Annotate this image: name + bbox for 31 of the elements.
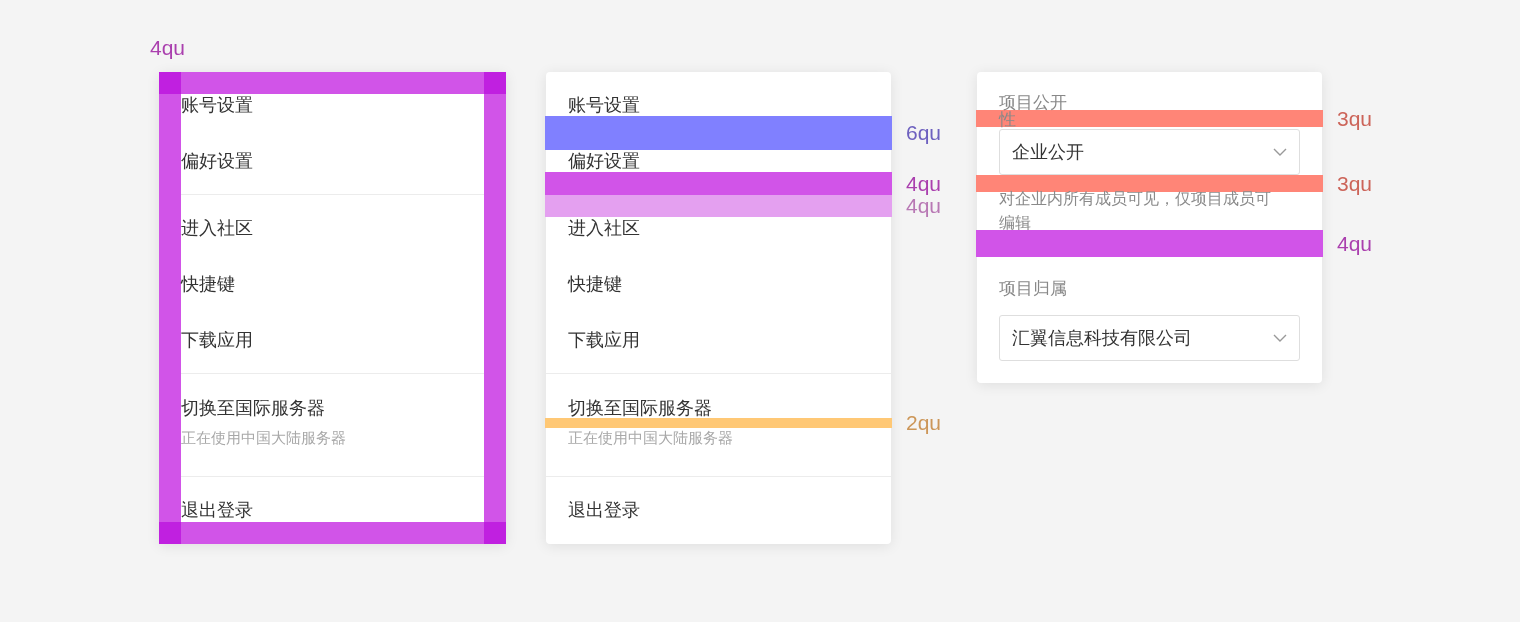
menu-item[interactable]: 退出登录 [181,500,253,520]
menu-item[interactable]: 账号设置 [568,95,640,115]
chevron-down-icon [1273,334,1287,342]
spacing-label: 6qu [906,121,942,145]
menu-item[interactable]: 偏好设置 [181,151,253,171]
select-field[interactable]: 企业公开 [999,129,1300,175]
spacing-label: 4qu [1337,231,1373,256]
menu-item[interactable]: 进入社区 [568,218,640,238]
menu-item[interactable]: 快捷键 [568,274,622,294]
menu-item[interactable]: 下载应用 [568,330,640,350]
menu-item[interactable]: 切换至国际服务器 [568,398,712,418]
menu-item-subtitle: 正在使用中国大陆服务器 [568,428,733,448]
menu-item[interactable]: 切换至国际服务器 [181,398,325,418]
spacing-label: 2qu [906,411,942,435]
spacing-label: 4qu [150,36,186,60]
spacing-label: 4qu [906,194,942,218]
field-hint: 对企业内所有成员可见，仅项目成员可编辑 [999,189,1272,233]
field-label: 项目归属 [999,280,1068,297]
menu-item[interactable]: 账号设置 [181,95,253,115]
menu-item[interactable]: 下载应用 [181,330,253,350]
menu-item[interactable]: 偏好设置 [568,151,640,171]
menu-item-subtitle: 正在使用中国大陆服务器 [181,428,346,448]
chevron-down-icon [1273,148,1287,156]
spacing-label: 3qu [1337,171,1373,196]
menu-item[interactable]: 进入社区 [181,218,253,238]
select-field[interactable]: 汇翼信息科技有限公司 [999,315,1300,361]
menu-item[interactable]: 快捷键 [181,274,235,294]
spacing-label: 4qu [906,171,942,196]
menu-item[interactable]: 退出登录 [568,500,640,520]
field-label: 项目公开性 [999,94,1068,128]
spacing-label: 3qu [1337,106,1373,131]
